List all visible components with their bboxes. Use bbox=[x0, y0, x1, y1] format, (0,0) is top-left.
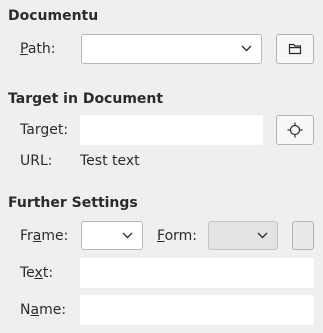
frame-combobox[interactable] bbox=[81, 221, 143, 250]
url-value: Test text bbox=[80, 153, 140, 169]
target-button[interactable] bbox=[276, 115, 314, 145]
frame-label: Frame: bbox=[20, 228, 69, 244]
document-section-heading: Documentu bbox=[8, 8, 99, 24]
target-input[interactable] bbox=[80, 115, 263, 145]
further-settings-heading: Further Settings bbox=[8, 195, 138, 211]
path-label: Path: bbox=[20, 41, 56, 57]
url-label: URL: bbox=[20, 153, 53, 169]
events-button[interactable] bbox=[292, 221, 314, 250]
form-combobox[interactable] bbox=[208, 221, 278, 250]
target-section-heading: Target in Document bbox=[8, 91, 164, 107]
crosshair-icon bbox=[287, 122, 303, 138]
name-input[interactable] bbox=[80, 295, 314, 325]
chevron-down-icon bbox=[257, 232, 268, 238]
folder-icon bbox=[288, 43, 302, 55]
target-label: Target: bbox=[20, 122, 69, 138]
open-file-button[interactable] bbox=[276, 34, 314, 64]
name-label: Name: bbox=[20, 302, 67, 318]
text-input[interactable] bbox=[80, 258, 314, 288]
form-label: Form: bbox=[157, 228, 197, 244]
text-label: Text: bbox=[20, 265, 54, 281]
chevron-down-icon bbox=[241, 45, 252, 52]
path-combobox[interactable] bbox=[81, 34, 262, 64]
chevron-down-icon bbox=[122, 232, 133, 238]
